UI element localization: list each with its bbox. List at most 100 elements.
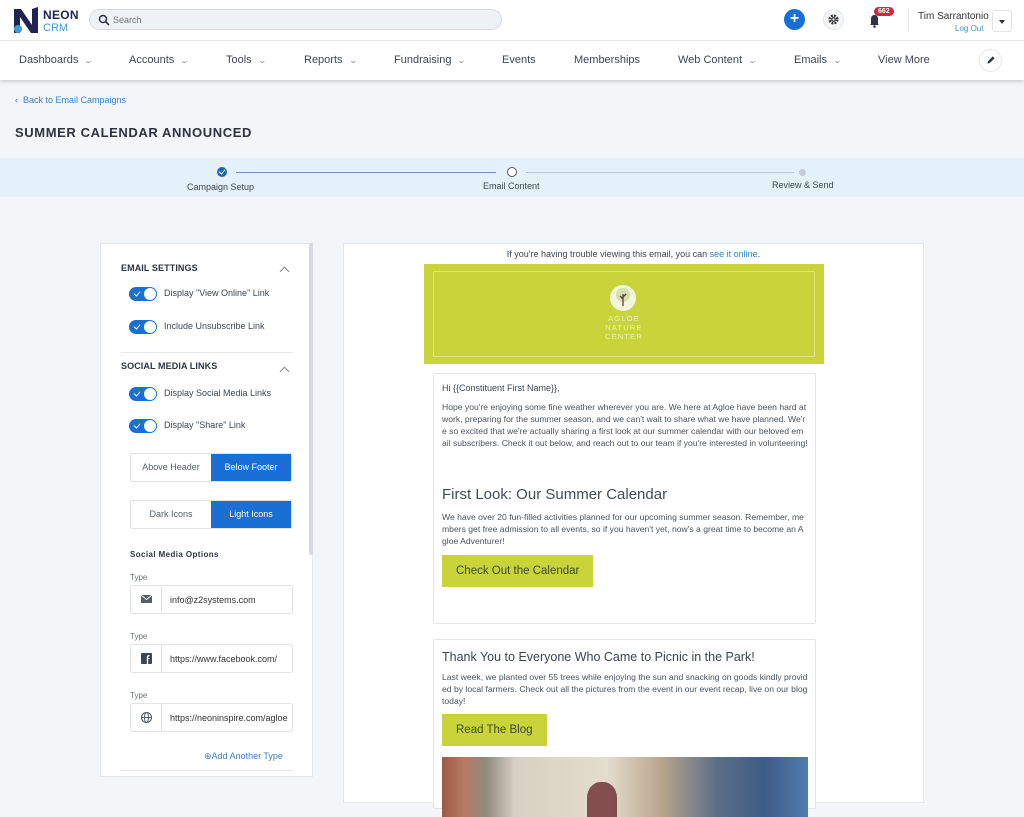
social-value-input[interactable] — [170, 704, 290, 731]
step-review-send[interactable]: Review & Send — [772, 180, 834, 190]
social-type-field-facebook — [130, 644, 293, 673]
notification-count-badge: 662 — [874, 7, 894, 16]
org-name-line: CENTER — [604, 332, 644, 341]
create-new-button[interactable]: + — [784, 9, 805, 30]
intro-paragraph: Hope you're enjoying some fine weather w… — [442, 402, 808, 448]
progress-stepper: Campaign Setup Email Content Review & Se… — [0, 158, 1024, 197]
toggle-label: Display "Share" Link — [164, 420, 246, 430]
main-nav: Dashboards ⌄ Accounts ⌄ Tools ⌄ Reports ⌄ Fu… — [0, 41, 1024, 80]
facebook-icon — [141, 653, 152, 664]
option-above-header[interactable]: Above Header — [131, 454, 211, 481]
user-name: Tim Sarrantonio — [918, 11, 989, 22]
back-to-campaigns-link[interactable]: ‹ Back to Email Campaigns — [15, 95, 126, 105]
step-check-icon — [217, 167, 227, 177]
type-selector[interactable] — [131, 586, 162, 613]
check-calendar-button[interactable]: Check Out the Calendar — [442, 555, 594, 587]
toggle-share-link[interactable] — [129, 419, 157, 433]
see-online-link[interactable]: see it online — [710, 249, 758, 259]
search-icon — [98, 14, 110, 26]
nav-label: Emails — [794, 54, 828, 66]
type-selector[interactable] — [131, 645, 162, 672]
nav-reports[interactable]: Reports ⌄ — [304, 54, 358, 66]
step-connector — [526, 172, 794, 173]
toggle-label: Include Unsubscribe Link — [164, 321, 265, 331]
nav-fundraising[interactable]: Fundraising ⌄ — [394, 54, 467, 66]
email-settings-panel: EMAIL SETTINGS Display "View Online" Lin… — [100, 243, 313, 777]
nav-label: Fundraising — [394, 54, 452, 66]
option-light-icons[interactable]: Light Icons — [211, 501, 291, 528]
nav-dashboards[interactable]: Dashboards ⌄ — [19, 54, 94, 66]
nav-label: Reports — [304, 54, 343, 66]
social-value-input[interactable] — [170, 645, 290, 672]
org-name-line: AGLOE — [608, 314, 640, 323]
top-bar: NEON CRM + 662 Tim Sarrantonio Log Out — [0, 0, 1024, 41]
plus-icon: + — [789, 10, 800, 27]
back-link-label: Back to Email Campaigns — [23, 95, 127, 105]
email-content-block[interactable]: Thank You to Everyone Who Came to Picnic… — [433, 639, 816, 817]
icon-style-segmented-control: Dark Icons Light Icons — [130, 500, 292, 529]
social-type-field-email — [130, 585, 293, 614]
nav-label: Memberships — [574, 54, 641, 66]
chevron-down-icon: ⌄ — [257, 56, 267, 65]
collapse-chevron-icon[interactable] — [279, 366, 290, 377]
section-divider — [121, 352, 293, 353]
nav-tools[interactable]: Tools ⌄ — [226, 54, 267, 66]
globe-icon — [140, 711, 153, 724]
email-header-banner[interactable]: AGLOE NATURE CENTER — [424, 264, 824, 364]
neon-crm-logo[interactable]: NEON CRM — [12, 5, 79, 35]
toggle-view-online[interactable] — [129, 287, 157, 301]
toggle-social-links[interactable] — [129, 387, 157, 401]
option-dark-icons[interactable]: Dark Icons — [131, 501, 211, 528]
email-preview: If you're having trouble viewing this em… — [343, 243, 924, 817]
nav-label: Accounts — [129, 54, 175, 66]
tree-logo-icon — [610, 285, 636, 311]
org-name: AGLOE NATURE CENTER — [424, 314, 824, 341]
gear-icon — [828, 14, 839, 25]
section-divider — [121, 770, 293, 771]
nav-memberships[interactable]: Memberships — [574, 54, 640, 66]
type-label: Type — [130, 632, 148, 641]
view-online-notice: If you're having trouble viewing this em… — [344, 249, 923, 259]
type-selector[interactable] — [131, 704, 162, 731]
search-box[interactable] — [89, 9, 502, 30]
search-input[interactable] — [113, 10, 493, 29]
email-content-block[interactable]: Hi {{Constituent First Name}}, Hope you'… — [433, 373, 816, 624]
envelope-icon — [140, 594, 153, 603]
event-photo — [442, 757, 808, 817]
add-another-type-link[interactable]: ⊕Add Another Type — [204, 751, 283, 762]
section-paragraph: We have over 20 fun-filled activities pl… — [442, 512, 804, 546]
toggle-label: Display "View Online" Link — [164, 288, 270, 298]
chevron-down-icon: ⌄ — [83, 56, 94, 65]
edit-nav-button[interactable] — [979, 49, 1002, 72]
option-below-footer[interactable]: Below Footer — [211, 454, 291, 481]
nav-emails[interactable]: Emails ⌄ — [794, 54, 843, 66]
type-label: Type — [130, 691, 148, 700]
step-current-indicator — [507, 167, 517, 177]
section-heading: Thank You to Everyone Who Came to Picnic… — [442, 650, 755, 664]
nav-web-content[interactable]: Web Content ⌄ — [678, 54, 757, 66]
social-value-input[interactable] — [170, 586, 290, 613]
nav-accounts[interactable]: Accounts ⌄ — [129, 54, 190, 66]
position-segmented-control: Above Header Below Footer — [130, 453, 292, 482]
user-menu-dropdown[interactable] — [992, 10, 1012, 32]
nav-view-more[interactable]: View More — [878, 54, 930, 66]
social-type-field-website — [130, 703, 293, 732]
toggle-unsubscribe[interactable] — [129, 320, 157, 334]
photo-detail — [587, 782, 617, 817]
email-settings-heading: EMAIL SETTINGS — [121, 263, 198, 273]
chevron-down-icon: ⌄ — [179, 56, 190, 65]
nav-events[interactable]: Events — [502, 54, 536, 66]
panel-scrollbar[interactable] — [309, 243, 313, 555]
neon-logo-mark-icon — [14, 7, 38, 33]
logout-link[interactable]: Log Out — [955, 24, 983, 33]
nav-label: View More — [878, 54, 930, 66]
read-blog-button[interactable]: Read The Blog — [442, 714, 547, 746]
step-campaign-setup[interactable]: Campaign Setup — [187, 182, 254, 192]
nav-label: Web Content — [678, 54, 743, 66]
add-type-label: Add Another Type — [211, 751, 283, 761]
chevron-down-icon: ⌄ — [832, 56, 843, 65]
step-email-content[interactable]: Email Content — [483, 181, 540, 191]
settings-button[interactable] — [823, 9, 844, 30]
type-label: Type — [130, 573, 148, 582]
collapse-chevron-icon[interactable] — [279, 266, 290, 277]
